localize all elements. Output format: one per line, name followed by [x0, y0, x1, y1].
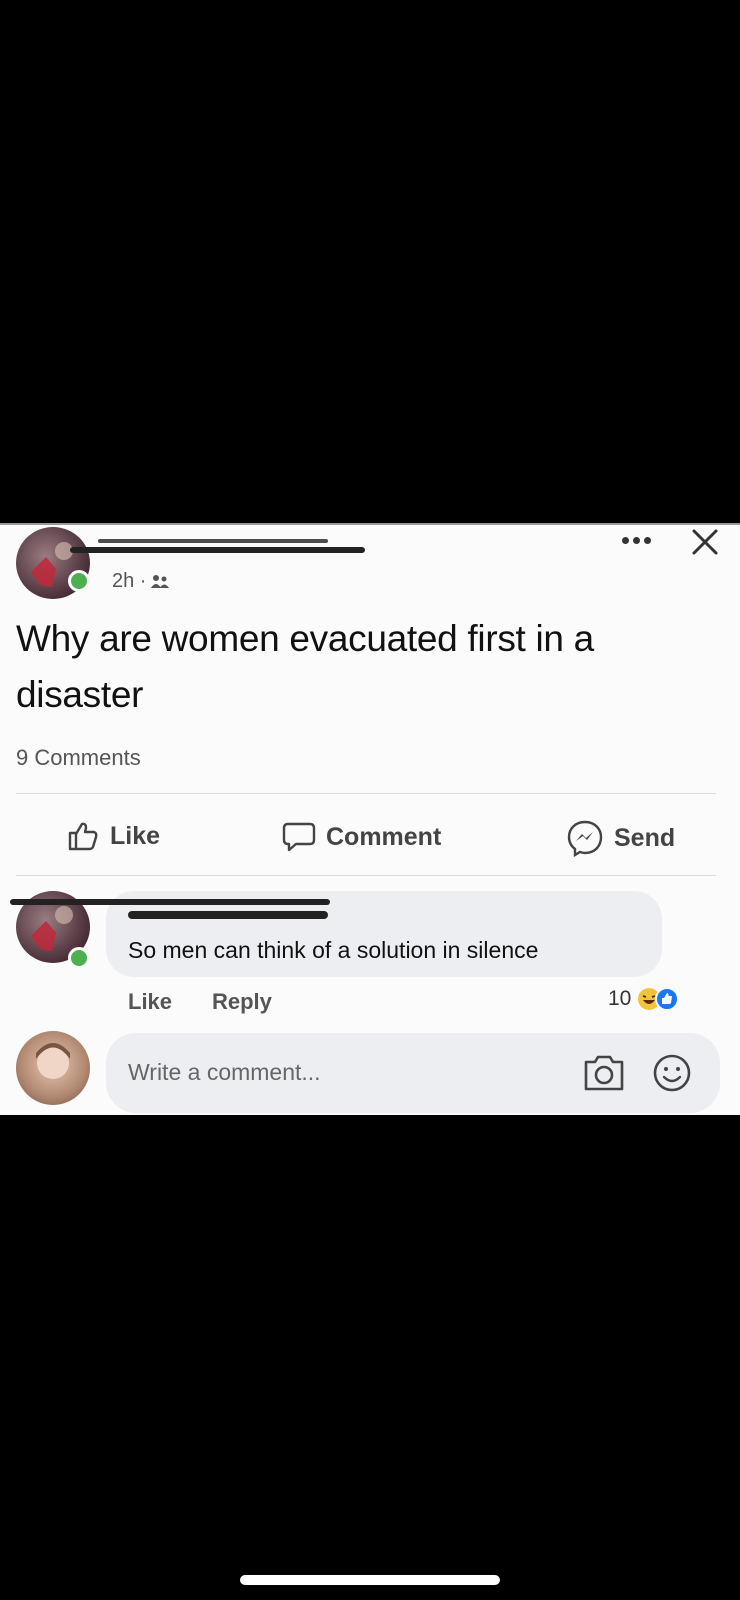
post-time: 2h ·: [112, 570, 147, 592]
reaction-count: 10: [608, 987, 632, 1010]
comments-count[interactable]: 9 Comments: [16, 745, 141, 771]
redacted-commenter-name: [10, 899, 330, 905]
like-button[interactable]: Like: [66, 819, 160, 853]
online-status-dot: [68, 570, 90, 592]
camera-icon[interactable]: [582, 1053, 626, 1093]
comment-like-link[interactable]: Like: [128, 989, 172, 1015]
messenger-icon: [567, 820, 603, 857]
facebook-post-card: 2h · Why are women evacuated first in a …: [0, 523, 740, 1115]
comment-input-placeholder: Write a comment...: [128, 1059, 321, 1085]
like-icon: [68, 822, 98, 851]
current-user-avatar[interactable]: [16, 1031, 90, 1105]
like-reaction-icon: [655, 987, 680, 1011]
divider: [16, 793, 716, 794]
reaction-summary[interactable]: 10: [608, 987, 680, 1011]
send-button[interactable]: Send: [566, 819, 675, 857]
post-meta: 2h ·: [112, 570, 170, 593]
like-label: Like: [110, 821, 161, 850]
home-indicator[interactable]: [240, 1575, 500, 1585]
redacted-poster-name-line: [98, 539, 328, 543]
comment-reply-link[interactable]: Reply: [212, 989, 272, 1015]
online-status-dot: [68, 947, 90, 969]
divider: [16, 875, 716, 876]
comment-button[interactable]: Comment: [282, 821, 441, 853]
redacted-poster-name: [70, 547, 365, 553]
comment-text: So men can think of a solution in silenc…: [128, 937, 539, 963]
send-label: Send: [614, 823, 676, 852]
friends-icon: [151, 574, 170, 588]
emoji-icon[interactable]: [652, 1053, 692, 1093]
more-icon[interactable]: [622, 537, 651, 544]
redacted-commenter-name-line: [128, 911, 328, 919]
close-icon[interactable]: [690, 527, 720, 557]
comment-label: Comment: [326, 822, 442, 851]
comment-icon: [282, 822, 316, 852]
post-text: Why are women evacuated first in a disas…: [16, 618, 594, 715]
